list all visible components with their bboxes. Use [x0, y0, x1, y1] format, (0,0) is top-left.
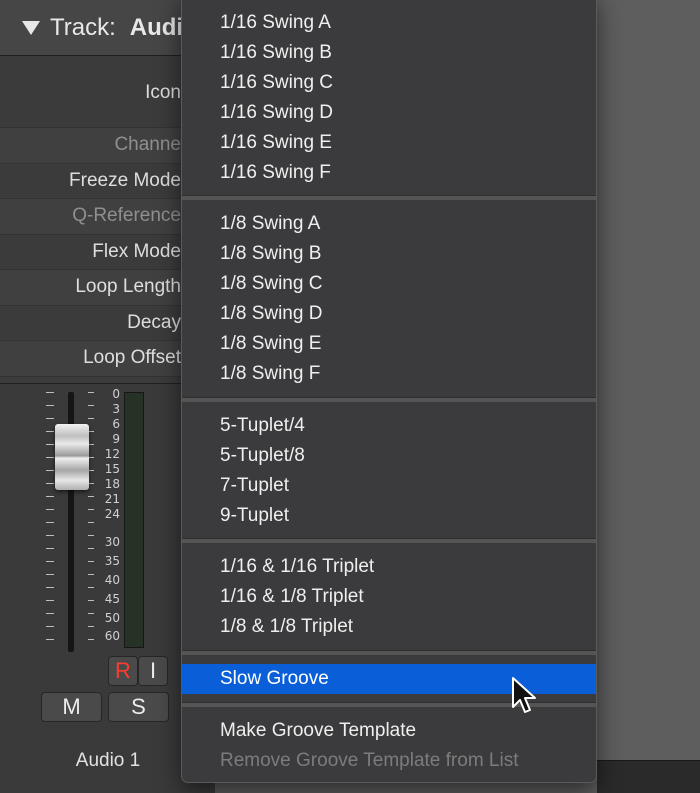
menu-separator	[182, 396, 596, 402]
input-monitor-button[interactable]: I	[138, 656, 168, 686]
menu-item-1-16-swing-d[interactable]: 1/16 Swing D	[182, 98, 596, 128]
meter-scale-label: 30	[104, 535, 120, 549]
menu-item-1-8-swing-d[interactable]: 1/8 Swing D	[182, 299, 596, 329]
menu-separator	[182, 538, 596, 544]
meter-scale-label: 40	[104, 573, 120, 587]
menu-separator	[182, 650, 596, 656]
mute-button[interactable]: M	[41, 692, 102, 722]
meter-scale-label: 50	[104, 611, 120, 625]
solo-button[interactable]: S	[108, 692, 169, 722]
menu-separator	[182, 195, 596, 201]
meter-scale-label: 9	[112, 432, 120, 446]
menu-item-1-8-swing-e[interactable]: 1/8 Swing E	[182, 329, 596, 359]
menu-item-1-8-swing-b[interactable]: 1/8 Swing B	[182, 239, 596, 269]
level-meter-scale: 0 3 6 9 12 15 18 21 24 30 35 40 45 50 60	[98, 386, 120, 656]
menu-item-1-8-1-8-triplet[interactable]: 1/8 & 1/8 Triplet	[182, 612, 596, 642]
meter-scale-label: 60	[104, 629, 120, 643]
disclosure-triangle-icon[interactable]	[22, 20, 40, 35]
menu-item-remove-groove-template-from-list: Remove Groove Template from List	[220, 749, 519, 771]
meter-scale-label: 21	[104, 492, 120, 506]
menu-item-1-16-swing-b[interactable]: 1/16 Swing B	[182, 38, 596, 68]
bottom-bar	[597, 760, 700, 793]
quantize-popup-menu: 1/16 Swing A 1/16 Swing B 1/16 Swing C 1/16…	[181, 0, 597, 783]
meter-scale-label: 12	[104, 447, 120, 461]
meter-scale-label: 6	[112, 417, 120, 431]
menu-item-7-tuplet[interactable]: 7-Tuplet	[182, 471, 596, 501]
meter-scale-label: 0	[112, 387, 120, 401]
meter-scale-label: 35	[104, 554, 120, 568]
meter-scale-label: 3	[112, 402, 120, 416]
track-label: Track:	[50, 13, 116, 41]
menu-item-5-tuplet-8[interactable]: 5-Tuplet/8	[182, 441, 596, 471]
menu-item-1-8-swing-a[interactable]: 1/8 Swing A	[182, 209, 596, 239]
arrow-cursor-icon	[512, 677, 536, 713]
meter-scale-label: 18	[104, 477, 120, 491]
meter-scale-label: 45	[104, 592, 120, 606]
volume-fader-knob[interactable]	[55, 424, 89, 490]
level-meter	[124, 392, 144, 648]
menu-item-1-16-swing-a[interactable]: 1/16 Swing A	[182, 8, 596, 38]
logic-pro-window: Track: Audi Icon Channe Freeze Mode Q-Re…	[0, 0, 700, 793]
fader-ticks-left	[46, 392, 54, 652]
menu-item-9-tuplet[interactable]: 9-Tuplet	[182, 501, 596, 531]
track-name: Audi	[129, 13, 184, 41]
menu-item-1-16-swing-e[interactable]: 1/16 Swing E	[182, 128, 596, 158]
menu-item-5-tuplet-4[interactable]: 5-Tuplet/4	[182, 411, 596, 441]
menu-item-1-8-swing-c[interactable]: 1/8 Swing C	[182, 269, 596, 299]
menu-item-1-16-swing-f[interactable]: 1/16 Swing F	[182, 158, 596, 188]
menu-item-1-16-swing-c[interactable]: 1/16 Swing C	[182, 68, 596, 98]
menu-item-1-16-1-8-triplet[interactable]: 1/16 & 1/8 Triplet	[182, 582, 596, 612]
menu-item-make-groove-template[interactable]: Make Groove Template	[182, 716, 596, 746]
meter-scale-label: 15	[104, 462, 120, 476]
meter-scale-label: 24	[104, 507, 120, 521]
menu-item-1-16-1-16-triplet[interactable]: 1/16 & 1/16 Triplet	[182, 552, 596, 582]
menu-item-1-8-swing-f[interactable]: 1/8 Swing F	[182, 359, 596, 389]
record-enable-button[interactable]: R	[108, 656, 138, 686]
